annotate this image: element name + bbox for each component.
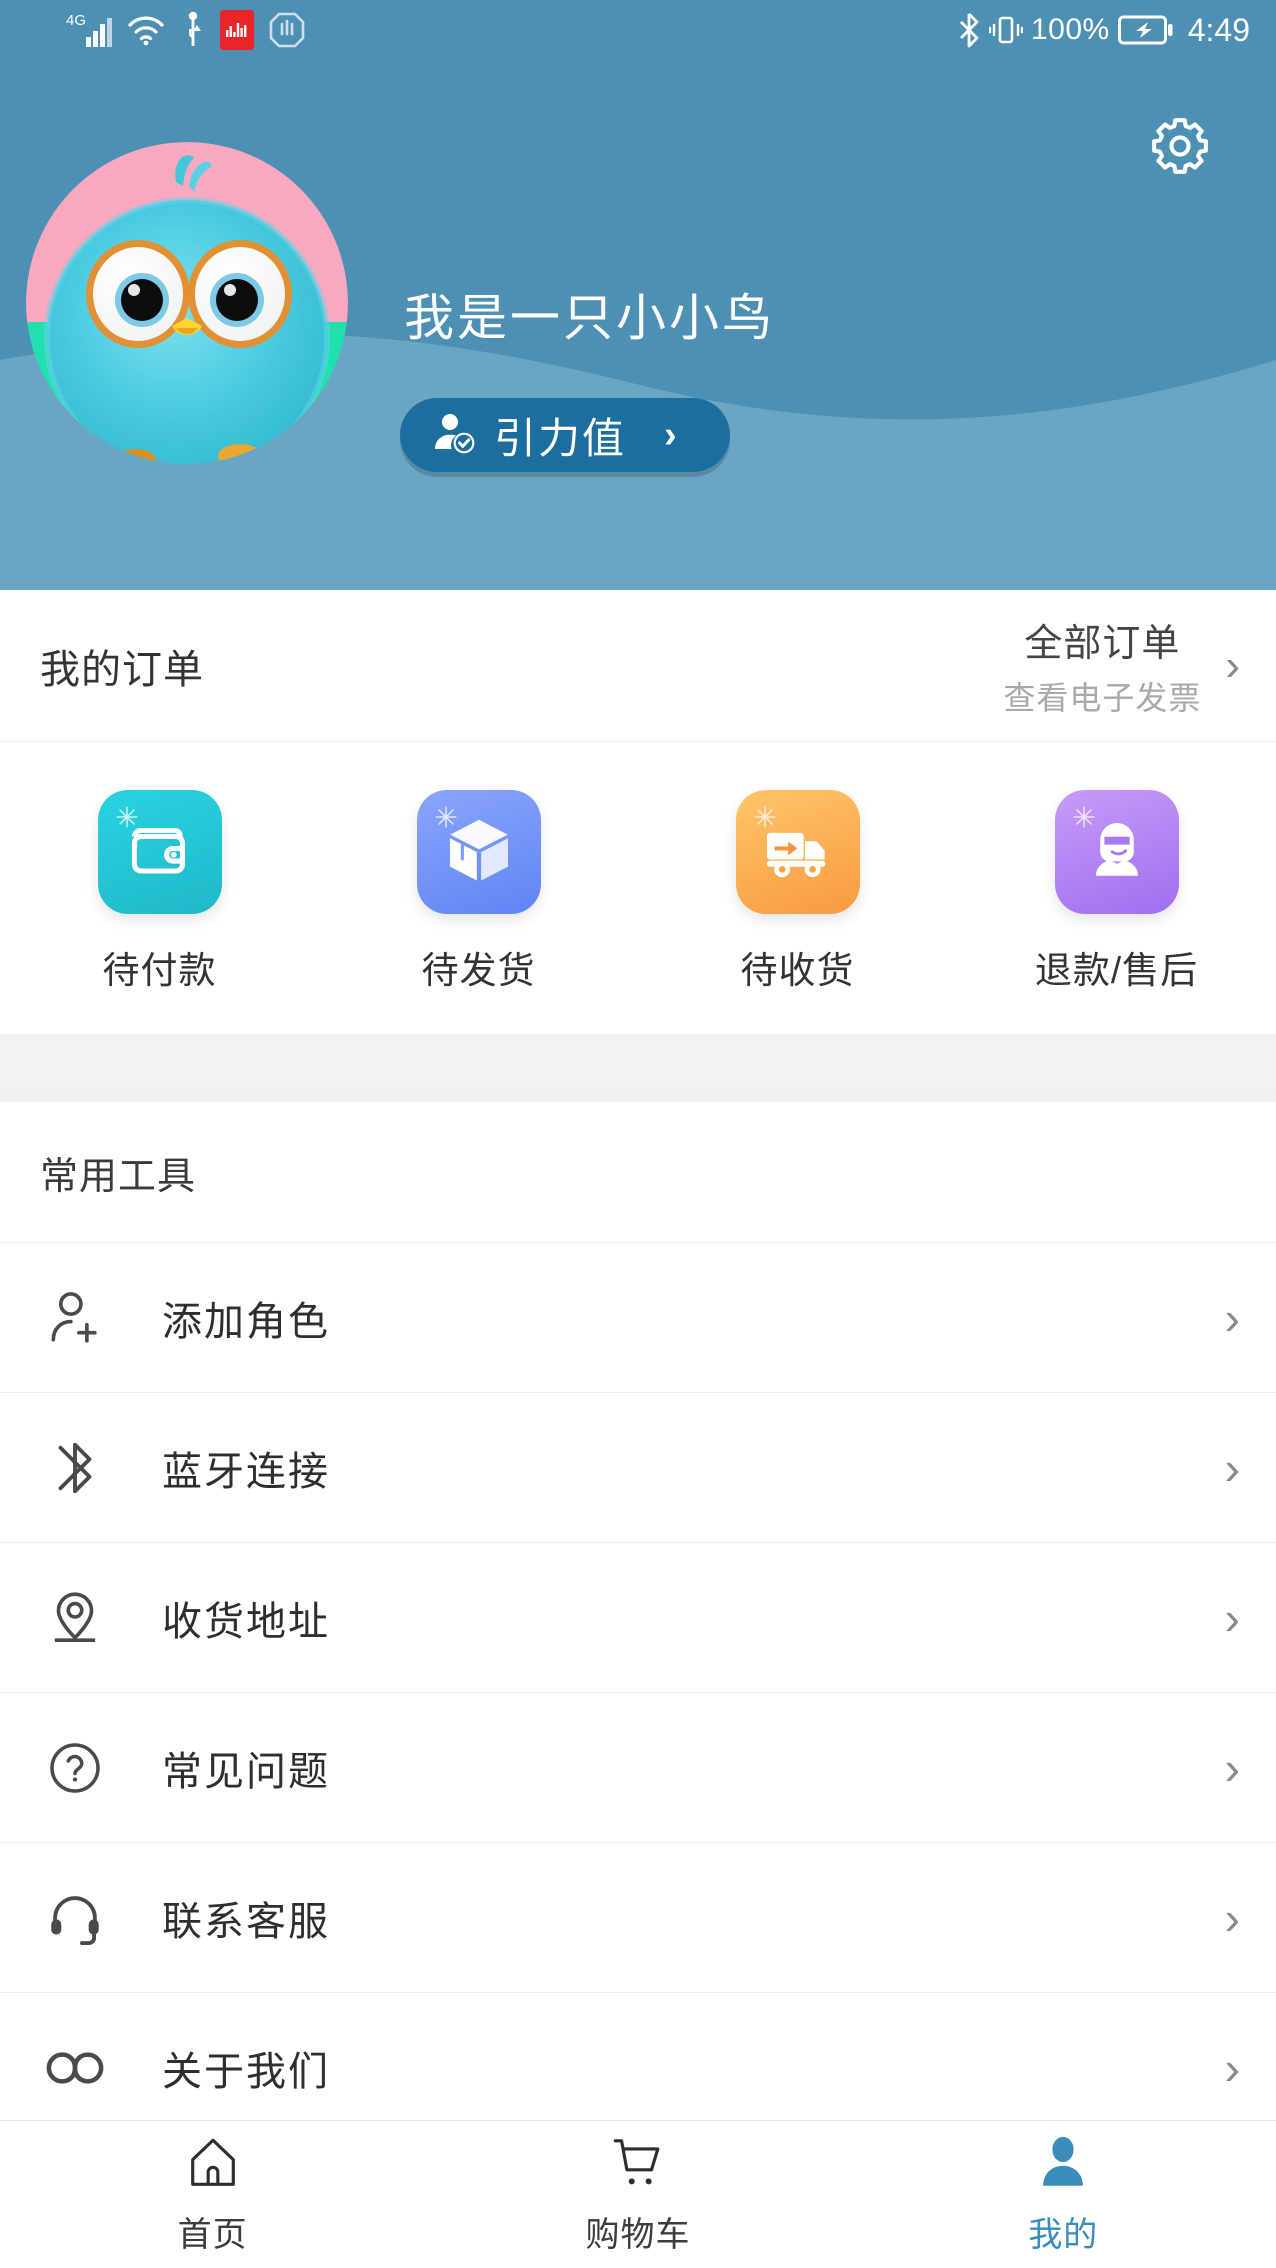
profile-screen: 4G 100% 4:49 我是一只小小鸟 引力值 › 我的订单 全部订单 查看电… [0,0,1276,2268]
user-avatar[interactable] [26,142,348,464]
section-title: 常用工具 [40,1155,197,1198]
status-bar: 4G 100% 4:49 [0,0,1276,60]
order-status-pending-shipment[interactable]: 待发货 [319,790,638,994]
chevron-right-icon: › [1224,1891,1240,1944]
section-divider [0,1086,1276,1102]
e-invoice-label: 查看电子发票 [1003,680,1202,716]
home-icon [182,2134,244,2197]
wifi-icon [126,12,166,48]
user-verified-icon [430,409,478,462]
nav-item-mine[interactable]: 我的 [851,2121,1276,2268]
person-icon [1032,2134,1094,2197]
status-bar-right: 100% 4:49 [957,11,1250,49]
nav-item-home[interactable]: 首页 [0,2121,425,2268]
location-pin-icon [30,1587,120,1649]
tool-label: 常见问题 [162,1749,330,1794]
common-tools-card: 常用工具 添加角色 › 蓝牙连接 › 收货地址 › 常见问题 › 联系客服 › … [0,1102,1276,2142]
page-title: 我的订单 [40,647,204,692]
order-icon-bg [1054,790,1179,914]
chevron-right-icon: › [664,413,677,456]
my-orders-header[interactable]: 我的订单 全部订单 查看电子发票 › [0,590,1276,742]
tool-label: 添加角色 [162,1299,330,1344]
chevron-right-icon: › [1224,2041,1240,2094]
sparkle-icon [114,804,140,830]
order-status-label: 待收货 [740,950,855,991]
nav-label: 我的 [1028,2215,1099,2254]
username-label: 我是一只小小鸟 [404,290,775,346]
common-tools-header: 常用工具 [0,1102,1276,1242]
order-status-pending-payment[interactable]: 待付款 [0,790,319,994]
recording-app-icon [220,10,254,50]
gear-icon [1147,113,1213,184]
order-status-label: 待发货 [421,950,536,991]
shopping-cart-icon [607,2134,669,2197]
bluetooth-icon [30,1439,120,1497]
all-orders-link[interactable]: 全部订单 查看电子发票 › [1003,612,1240,719]
battery-charging-icon [1117,14,1174,46]
clock-time: 4:49 [1187,11,1250,48]
my-orders-card: 我的订单 全部订单 查看电子发票 › 待付款 待发货 待收货 退款/售后 [0,590,1276,1034]
avatar-bird-image [26,142,348,464]
sparkle-icon [433,804,459,830]
usb-icon [180,11,206,49]
bottom-navigation-bar: 首页 购物车 我的 [0,2120,1276,2268]
chevron-right-icon: › [1224,1291,1240,1344]
tool-label: 收货地址 [162,1599,330,1644]
tool-row-faq[interactable]: 常见问题 › [0,1692,1276,1842]
sparkle-icon [1071,804,1097,830]
settings-gear-button[interactable] [1144,112,1216,184]
tool-label: 蓝牙连接 [162,1449,330,1494]
chevron-right-icon: › [1224,1591,1240,1644]
order-icon-bg [416,790,541,914]
tool-row-add-role[interactable]: 添加角色 › [0,1242,1276,1392]
order-status-label: 待付款 [102,950,217,991]
chevron-right-icon: › [1224,1741,1240,1794]
sparkle-icon [752,804,778,830]
all-orders-label: 全部订单 [1024,623,1181,665]
tool-row-bluetooth[interactable]: 蓝牙连接 › [0,1392,1276,1542]
nav-label: 购物车 [585,2215,691,2254]
person-add-icon [30,1287,120,1349]
battery-percent: 100% [1030,13,1110,46]
status-bar-left: 4G [66,10,306,50]
stop-hand-icon [268,11,306,49]
svg-text:4G: 4G [66,12,86,29]
order-status-refund-aftersales[interactable]: 退款/售后 [957,790,1276,994]
all-orders-texts: 全部订单 查看电子发票 [1003,612,1201,719]
order-status-grid: 待付款 待发货 待收货 退款/售后 [0,742,1276,1034]
tool-label: 联系客服 [162,1899,330,1944]
order-status-label: 退款/售后 [1034,950,1199,991]
question-circle-icon [30,1738,120,1798]
gravity-value-button[interactable]: 引力值 › [400,398,730,472]
order-icon-bg [735,790,860,914]
chevron-right-icon: › [1224,1441,1240,1494]
chevron-right-icon: › [1225,640,1240,690]
infinity-icon [30,2036,120,2100]
signal-bars-icon: 4G [66,11,112,49]
nav-item-cart[interactable]: 购物车 [425,2121,850,2268]
bluetooth-icon [957,11,981,49]
tool-label: 关于我们 [162,2049,330,2094]
vibrate-icon [988,11,1023,49]
nav-label: 首页 [177,2215,248,2254]
tool-row-contact-support[interactable]: 联系客服 › [0,1842,1276,1992]
tool-row-shipping-address[interactable]: 收货地址 › [0,1542,1276,1692]
headset-icon [30,1887,120,1949]
order-icon-bg [97,790,222,914]
order-status-pending-receipt[interactable]: 待收货 [638,790,957,994]
profile-header: 我是一只小小鸟 引力值 › [0,60,1276,590]
gravity-value-label: 引力值 [494,414,627,462]
